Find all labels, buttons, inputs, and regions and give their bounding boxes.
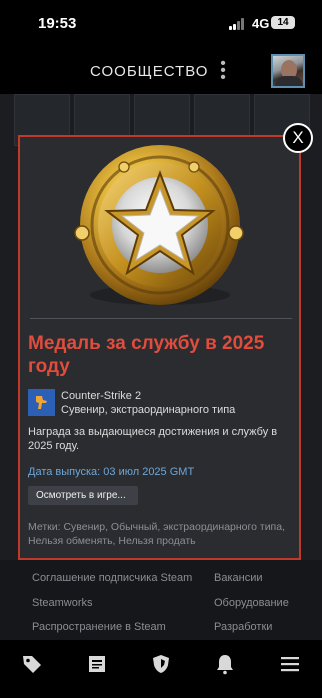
battery-icon: 14 xyxy=(271,16,295,29)
game-name[interactable]: Counter-Strike 2 xyxy=(61,390,141,402)
footer-link[interactable]: Оборудование xyxy=(214,597,289,609)
page-title[interactable]: СООБЩЕСТВО xyxy=(90,63,208,80)
status-bar: 19:53 4G 14 xyxy=(0,0,322,48)
item-type: Сувенир, экстраординарного типа xyxy=(61,404,236,416)
footer-link[interactable]: Соглашение подписчика Steam xyxy=(32,572,192,584)
item-details-modal: Медаль за службу в 2025 году Counter-Str… xyxy=(18,135,301,560)
cs2-game-icon[interactable] xyxy=(28,389,55,416)
inspect-in-game-button[interactable]: Осмотреть в игре... xyxy=(28,486,138,505)
footer-link[interactable]: Steamworks xyxy=(32,597,93,609)
signal-icon xyxy=(229,18,247,30)
medal-image xyxy=(20,137,299,318)
tag-icon[interactable] xyxy=(20,652,44,676)
app-header: СООБЩЕСТВО • • • xyxy=(0,48,322,94)
item-tags: Метки: Сувенир, Обычный, экстраординарно… xyxy=(28,521,285,547)
page-footer: Соглашение подписчика Steam Вакансии Ste… xyxy=(0,560,322,640)
network-type: 4G xyxy=(252,16,270,31)
news-icon[interactable] xyxy=(85,652,109,676)
divider xyxy=(30,318,292,319)
bell-icon[interactable] xyxy=(213,652,237,676)
more-vertical-icon[interactable]: • • • xyxy=(219,56,227,86)
user-avatar[interactable] xyxy=(271,54,305,88)
status-time: 19:53 xyxy=(38,15,77,32)
item-description: Награда за выдающиеся достижения и служб… xyxy=(28,426,278,452)
footer-link[interactable]: Распространение в Steam xyxy=(32,621,166,633)
item-title: Медаль за службу в 2025 году xyxy=(28,333,265,377)
release-date: Дата выпуска: 03 июл 2025 GMT xyxy=(28,466,195,478)
footer-link[interactable]: Вакансии xyxy=(214,572,263,584)
hamburger-menu-icon[interactable] xyxy=(278,652,302,676)
shield-icon[interactable] xyxy=(149,652,173,676)
bottom-nav xyxy=(0,640,322,698)
footer-link[interactable]: Разработки xyxy=(214,621,272,633)
close-button[interactable]: X xyxy=(283,123,313,153)
